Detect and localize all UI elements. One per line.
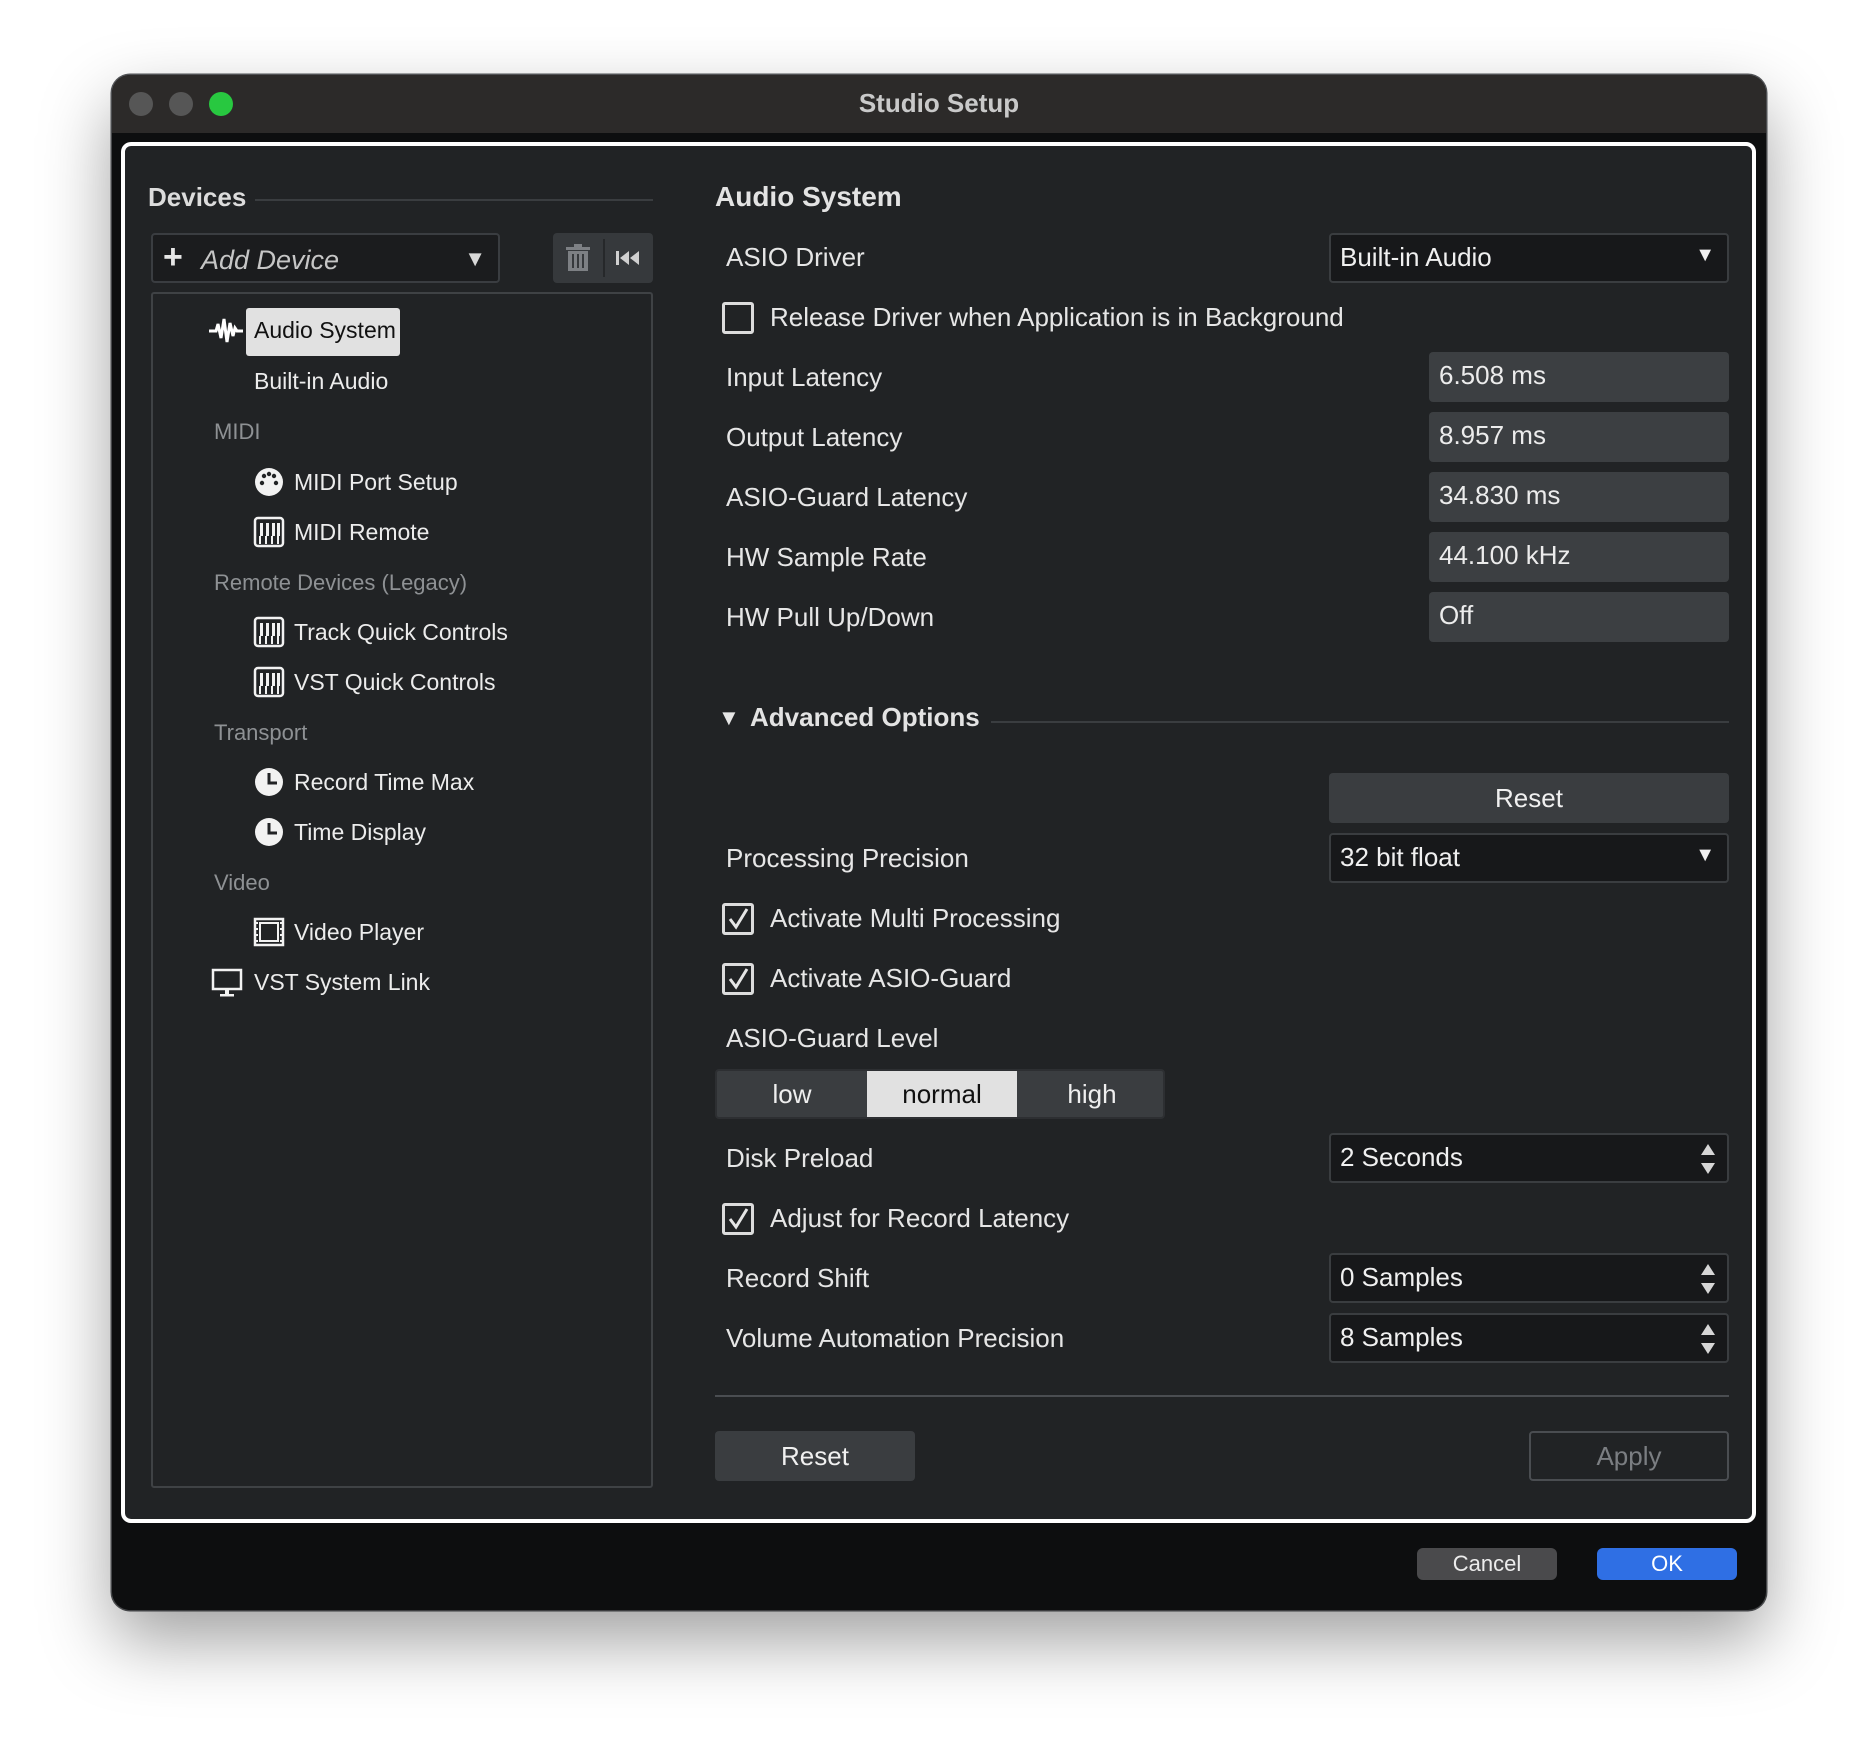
tree-item-audio-system-label: Audio System: [254, 317, 396, 343]
adjust-record-latency-label: Adjust for Record Latency: [770, 1203, 1070, 1233]
clock-icon: [255, 768, 283, 796]
add-device-label: Add Device: [201, 245, 340, 275]
asio-guard-level-normal[interactable]: normal: [867, 1071, 1017, 1117]
adjust-record-latency-checkbox[interactable]: [722, 1203, 754, 1235]
apply-button[interactable]: Apply: [1529, 1431, 1729, 1481]
disk-preload-value: 2 Seconds: [1340, 1142, 1463, 1172]
asio-guard-level-high[interactable]: high: [1017, 1071, 1167, 1117]
midi-port-icon: [255, 468, 283, 496]
ok-button[interactable]: OK: [1597, 1548, 1737, 1580]
toolbar-separator: [603, 239, 605, 277]
spinner-icon[interactable]: [1699, 1141, 1717, 1177]
tree-item-built-in-audio[interactable]: Built-in Audio: [254, 368, 388, 395]
keyboard-icon: [253, 516, 285, 548]
processing-precision-dropdown[interactable]: 32 bit float ▼: [1329, 833, 1729, 883]
dialog-content: Devices + Add Device ▼ Audio System Buil…: [121, 142, 1756, 1523]
keyboard-icon: [253, 666, 285, 698]
bottom-divider: [715, 1395, 1729, 1397]
asio-guard-label: Activate ASIO-Guard: [770, 963, 1012, 993]
trash-icon[interactable]: [565, 244, 591, 272]
tree-item-vst-quick-controls[interactable]: VST Quick Controls: [294, 669, 496, 696]
devices-title: Devices: [148, 182, 247, 212]
clock-icon: [255, 818, 283, 846]
waveform-icon: [209, 318, 243, 343]
tree-item-midi-port-setup[interactable]: MIDI Port Setup: [294, 469, 458, 496]
tree-category-transport[interactable]: Transport: [214, 720, 307, 746]
checkmark-icon: [728, 968, 749, 990]
hw-sample-rate-label: HW Sample Rate: [726, 542, 927, 572]
tree-item-video-player[interactable]: Video Player: [294, 919, 424, 946]
asio-guard-level-segmented: low normal high: [715, 1069, 1165, 1119]
tree-item-record-time-max[interactable]: Record Time Max: [294, 769, 474, 796]
volume-automation-spinner[interactable]: 8 Samples: [1329, 1313, 1729, 1363]
record-shift-label: Record Shift: [726, 1263, 870, 1293]
audio-system-title: Audio System: [715, 181, 902, 212]
dropdown-arrow-icon: ▼: [1695, 244, 1715, 266]
spinner-icon[interactable]: [1699, 1261, 1717, 1297]
record-shift-value: 0 Samples: [1340, 1262, 1463, 1292]
tree-category-video[interactable]: Video: [214, 870, 270, 896]
window-title: Studio Setup: [858, 88, 1020, 118]
tree-category-remote-devices[interactable]: Remote Devices (Legacy): [214, 570, 467, 596]
asio-guard-latency-value: 34.830 ms: [1439, 480, 1561, 510]
tree-item-track-quick-controls[interactable]: Track Quick Controls: [294, 619, 508, 646]
multi-processing-label: Activate Multi Processing: [770, 903, 1061, 933]
processing-precision-label: Processing Precision: [726, 843, 969, 873]
volume-automation-label: Volume Automation Precision: [726, 1323, 1065, 1353]
release-driver-label: Release Driver when Application is in Ba…: [770, 302, 1344, 332]
multi-processing-checkbox[interactable]: [722, 903, 754, 935]
hw-pull-field: Off: [1429, 592, 1729, 642]
dropdown-arrow-icon: ▼: [1695, 844, 1715, 866]
tree-item-midi-remote[interactable]: MIDI Remote: [294, 519, 429, 546]
asio-guard-latency-field: 34.830 ms: [1429, 472, 1729, 522]
keyboard-icon: [253, 616, 285, 648]
asio-guard-level-label: ASIO-Guard Level: [726, 1023, 939, 1053]
plus-icon: +: [163, 238, 183, 276]
input-latency-field: 6.508 ms: [1429, 352, 1729, 402]
checkmark-icon: [728, 1208, 749, 1230]
asio-driver-value: Built-in Audio: [1340, 242, 1492, 272]
volume-automation-value: 8 Samples: [1340, 1322, 1463, 1352]
device-toolbar: [553, 233, 653, 283]
hw-pull-label: HW Pull Up/Down: [726, 602, 935, 632]
device-tree: Audio System Built-in Audio MIDI MIDI Po…: [151, 292, 653, 1488]
advanced-reset-button[interactable]: Reset: [1329, 773, 1729, 823]
asio-guard-latency-label: ASIO-Guard Latency: [726, 482, 968, 512]
disk-preload-spinner[interactable]: 2 Seconds: [1329, 1133, 1729, 1183]
advanced-divider: [991, 721, 1729, 723]
devices-divider: [255, 199, 653, 201]
tree-item-vst-system-link[interactable]: VST System Link: [254, 969, 430, 996]
disclosure-triangle-icon[interactable]: ▼: [718, 705, 740, 731]
studio-setup-window: Studio Setup Devices + Add Device ▼ Audi…: [112, 75, 1766, 1610]
output-latency-label: Output Latency: [726, 422, 903, 452]
output-latency-value: 8.957 ms: [1439, 420, 1546, 450]
asio-guard-checkbox[interactable]: [722, 963, 754, 995]
advanced-options-title[interactable]: Advanced Options: [750, 702, 980, 733]
tree-category-midi[interactable]: MIDI: [214, 419, 260, 445]
monitor-icon: [211, 968, 243, 997]
tree-item-time-display[interactable]: Time Display: [294, 819, 426, 846]
hw-sample-rate-field: 44.100 kHz: [1429, 532, 1729, 582]
add-device-dropdown[interactable]: + Add Device ▼: [151, 233, 500, 283]
title-bar: Studio Setup: [112, 75, 1766, 133]
processing-precision-value: 32 bit float: [1340, 842, 1460, 872]
input-latency-label: Input Latency: [726, 362, 883, 392]
asio-driver-dropdown[interactable]: Built-in Audio ▼: [1329, 233, 1729, 283]
dropdown-arrow-icon: ▼: [464, 246, 486, 271]
release-driver-checkbox[interactable]: [722, 302, 754, 334]
cancel-button[interactable]: Cancel: [1417, 1548, 1557, 1580]
hw-pull-value: Off: [1439, 600, 1474, 630]
spinner-icon[interactable]: [1699, 1321, 1717, 1357]
checkmark-icon: [728, 908, 749, 930]
film-icon: [253, 917, 285, 947]
asio-driver-label: ASIO Driver: [726, 242, 865, 272]
asio-guard-level-low[interactable]: low: [717, 1071, 867, 1117]
input-latency-value: 6.508 ms: [1439, 360, 1546, 390]
rewind-icon[interactable]: [615, 248, 643, 268]
disk-preload-label: Disk Preload: [726, 1143, 874, 1173]
output-latency-field: 8.957 ms: [1429, 412, 1729, 462]
panel-reset-button[interactable]: Reset: [715, 1431, 915, 1481]
hw-sample-rate-value: 44.100 kHz: [1439, 540, 1571, 570]
record-shift-spinner[interactable]: 0 Samples: [1329, 1253, 1729, 1303]
